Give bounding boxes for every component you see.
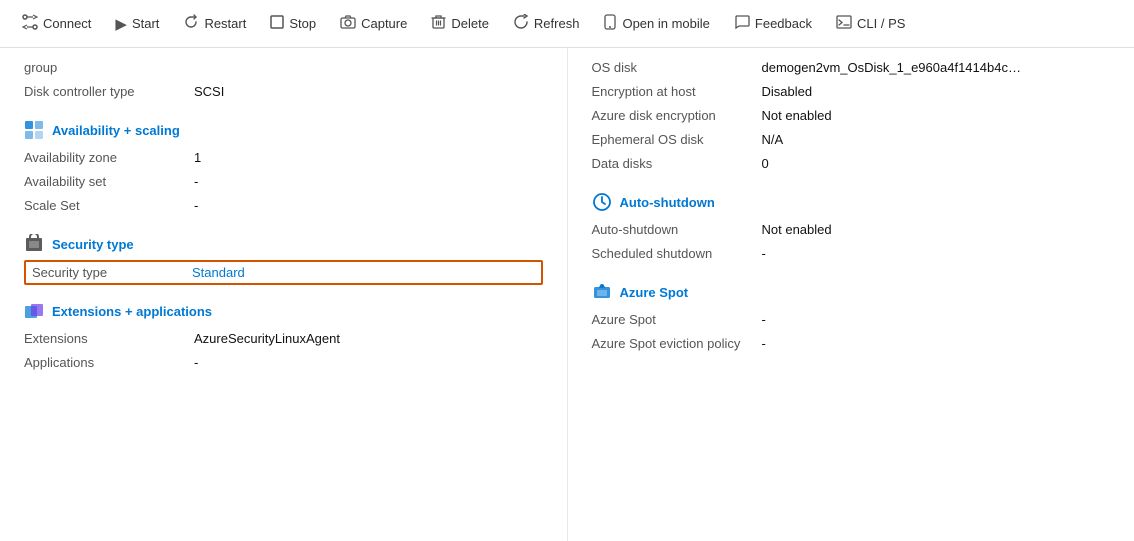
connect-button[interactable]: Connect xyxy=(12,8,101,40)
group-label: group xyxy=(24,60,194,75)
autoshutdown-section-title: Auto-shutdown xyxy=(620,195,715,210)
availability-set-value: - xyxy=(194,174,543,189)
cli-ps-button[interactable]: CLI / PS xyxy=(826,9,915,39)
applications-value: - xyxy=(194,355,543,370)
azure-spot-section-title: Azure Spot xyxy=(620,285,689,300)
scale-set-label: Scale Set xyxy=(24,198,194,213)
toolbar: Connect ▶ Start Restart Stop Captur xyxy=(0,0,1134,48)
azure-spot-eviction-value: - xyxy=(762,336,1111,351)
azure-spot-eviction-label: Azure Spot eviction policy xyxy=(592,336,762,351)
disk-controller-value: SCSI xyxy=(194,84,543,99)
encryption-at-host-row: Encryption at host Disabled xyxy=(592,80,1111,104)
refresh-button[interactable]: Refresh xyxy=(503,8,590,40)
delete-label: Delete xyxy=(451,16,489,31)
availability-set-label: Availability set xyxy=(24,174,194,189)
azure-disk-encryption-label: Azure disk encryption xyxy=(592,108,762,123)
scheduled-shutdown-label: Scheduled shutdown xyxy=(592,246,762,261)
start-label: Start xyxy=(132,16,159,31)
connect-label: Connect xyxy=(43,16,91,31)
extensions-section-title: Extensions + applications xyxy=(52,304,212,319)
os-disk-row: OS disk demogen2vm_OsDisk_1_e960a4f1414b… xyxy=(592,56,1111,80)
azure-spot-value: - xyxy=(762,312,1111,327)
security-type-highlighted-row[interactable]: Security type Standard xyxy=(24,260,543,285)
azure-disk-encryption-value: Not enabled xyxy=(762,108,1111,123)
disk-controller-label: Disk controller type xyxy=(24,84,194,99)
open-in-mobile-button[interactable]: Open in mobile xyxy=(593,8,719,40)
cli-ps-icon xyxy=(836,15,852,33)
feedback-button[interactable]: Feedback xyxy=(724,8,822,40)
os-disk-value[interactable]: demogen2vm_OsDisk_1_e960a4f1414b4c968103… xyxy=(762,60,1022,75)
security-type-label: Security type xyxy=(32,265,192,280)
feedback-label: Feedback xyxy=(755,16,812,31)
availability-set-row: Availability set - xyxy=(24,170,543,194)
delete-button[interactable]: Delete xyxy=(421,8,499,40)
stop-icon xyxy=(270,15,284,33)
os-disk-label: OS disk xyxy=(592,60,762,75)
left-panel: group Disk controller type SCSI Availabi… xyxy=(0,48,567,541)
delete-icon xyxy=(431,14,446,34)
autoshutdown-icon xyxy=(592,192,612,212)
capture-icon xyxy=(340,14,356,34)
data-disks-row: Data disks 0 xyxy=(592,152,1111,176)
azure-spot-icon xyxy=(592,282,612,302)
availability-zone-label: Availability zone xyxy=(24,150,194,165)
extensions-value: AzureSecurityLinuxAgent xyxy=(194,331,543,346)
security-type-value[interactable]: Standard xyxy=(192,265,245,280)
extensions-section-header: Extensions + applications xyxy=(24,301,543,321)
availability-zone-row: Availability zone 1 xyxy=(24,146,543,170)
feedback-icon xyxy=(734,14,750,34)
applications-row: Applications - xyxy=(24,351,543,375)
scale-set-value: - xyxy=(194,198,543,213)
ephemeral-os-disk-label: Ephemeral OS disk xyxy=(592,132,762,147)
right-panel: OS disk demogen2vm_OsDisk_1_e960a4f1414b… xyxy=(567,48,1134,541)
restart-button[interactable]: Restart xyxy=(173,8,256,40)
connect-icon xyxy=(22,14,38,34)
azure-disk-encryption-row: Azure disk encryption Not enabled xyxy=(592,104,1111,128)
security-section-title: Security type xyxy=(52,237,134,252)
autoshutdown-section-header: Auto-shutdown xyxy=(592,192,1111,212)
availability-zone-value: 1 xyxy=(194,150,543,165)
stop-button[interactable]: Stop xyxy=(260,9,326,39)
refresh-label: Refresh xyxy=(534,16,580,31)
azure-spot-row: Azure Spot - xyxy=(592,308,1111,332)
extensions-label: Extensions xyxy=(24,331,194,346)
restart-icon xyxy=(183,14,199,34)
availability-icon xyxy=(24,120,44,140)
encryption-at-host-label: Encryption at host xyxy=(592,84,762,99)
start-button[interactable]: ▶ Start xyxy=(105,9,169,39)
scale-set-row: Scale Set - xyxy=(24,194,543,218)
disk-controller-row: Disk controller type SCSI xyxy=(24,80,543,104)
extensions-row: Extensions AzureSecurityLinuxAgent xyxy=(24,327,543,351)
security-icon xyxy=(24,234,44,254)
applications-label: Applications xyxy=(24,355,194,370)
scheduled-shutdown-value: - xyxy=(762,246,1111,261)
availability-section-header: Availability + scaling xyxy=(24,120,543,140)
auto-shutdown-label: Auto-shutdown xyxy=(592,222,762,237)
auto-shutdown-value: Not enabled xyxy=(762,222,1111,237)
cli-ps-label: CLI / PS xyxy=(857,16,905,31)
restart-label: Restart xyxy=(204,16,246,31)
capture-label: Capture xyxy=(361,16,407,31)
content-area: group Disk controller type SCSI Availabi… xyxy=(0,48,1134,541)
encryption-at-host-value: Disabled xyxy=(762,84,1111,99)
availability-section-title: Availability + scaling xyxy=(52,123,180,138)
capture-button[interactable]: Capture xyxy=(330,8,417,40)
stop-label: Stop xyxy=(289,16,316,31)
azure-spot-label: Azure Spot xyxy=(592,312,762,327)
group-row: group xyxy=(24,56,543,80)
ephemeral-os-disk-row: Ephemeral OS disk N/A xyxy=(592,128,1111,152)
open-in-mobile-label: Open in mobile xyxy=(622,16,709,31)
ephemeral-os-disk-value: N/A xyxy=(762,132,1111,147)
azure-spot-eviction-row: Azure Spot eviction policy - xyxy=(592,332,1111,356)
data-disks-label: Data disks xyxy=(592,156,762,171)
data-disks-value: 0 xyxy=(762,156,1111,171)
start-icon: ▶ xyxy=(115,15,127,33)
scheduled-shutdown-row: Scheduled shutdown - xyxy=(592,242,1111,266)
azure-spot-section-header: Azure Spot xyxy=(592,282,1111,302)
extensions-icon xyxy=(24,301,44,321)
refresh-icon xyxy=(513,14,529,34)
auto-shutdown-row: Auto-shutdown Not enabled xyxy=(592,218,1111,242)
open-in-mobile-icon xyxy=(603,14,617,34)
security-section-header: Security type xyxy=(24,234,543,254)
